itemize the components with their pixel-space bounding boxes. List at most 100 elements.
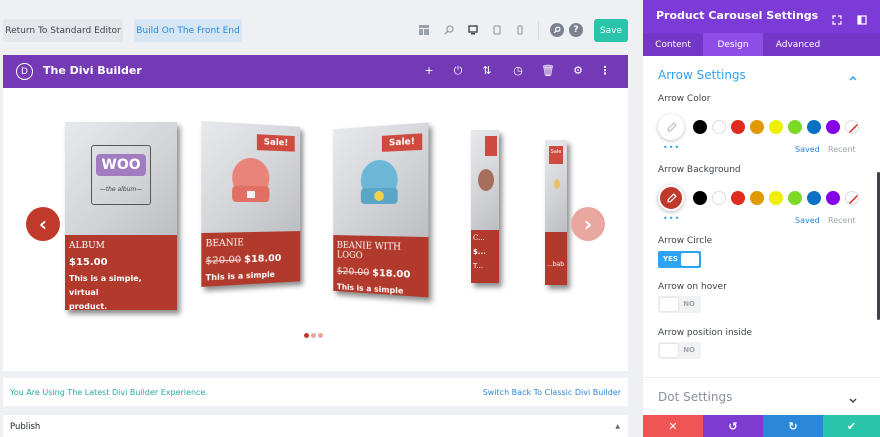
tab-advanced[interactable]: Advanced (763, 33, 833, 56)
swatch-yellow[interactable] (769, 120, 783, 134)
desktop-view-icon[interactable] (466, 23, 480, 37)
arrow-settings-title[interactable]: Arrow Settings (658, 68, 746, 82)
carousel-dot[interactable] (318, 333, 323, 338)
product-title: BEANIE (205, 238, 244, 250)
help-icon[interactable]: ? (569, 23, 583, 37)
sale-badge: Sale (549, 146, 563, 164)
swatch-red[interactable] (731, 191, 745, 205)
swatch-clear-icon[interactable] (845, 120, 859, 134)
tab-content[interactable]: Content (643, 33, 703, 56)
wireframe-view-icon[interactable] (417, 23, 431, 37)
power-icon[interactable]: ⏻ (451, 64, 465, 78)
arrow-position-inside-toggle[interactable]: NO (658, 342, 701, 359)
expand-icon[interactable] (832, 10, 842, 25)
recent-colors-tab[interactable]: Recent (828, 145, 856, 154)
panel-title: Product Carousel Settings (656, 9, 819, 22)
swatch-black[interactable] (693, 120, 707, 134)
swatch-black[interactable] (693, 191, 707, 205)
swatch-yellow[interactable] (769, 191, 783, 205)
product-card[interactable]: Sale ...bab (545, 140, 567, 285)
builder-title: The Divi Builder (43, 64, 142, 77)
beanie-image (232, 157, 270, 203)
more-colors-icon[interactable]: ••• (663, 143, 680, 152)
sidebar-dock-icon[interactable] (857, 10, 867, 25)
phone-view-icon[interactable] (513, 23, 527, 37)
builder-info-bar: You Are Using The Latest Divi Builder Ex… (3, 378, 628, 406)
more-colors-icon[interactable]: ••• (663, 214, 680, 223)
carousel-next-arrow[interactable]: › (571, 207, 605, 241)
swatch-orange[interactable] (750, 191, 764, 205)
chevron-down-icon[interactable] (848, 391, 858, 404)
zoom-icon[interactable] (442, 23, 456, 37)
swatch-white[interactable] (712, 120, 726, 134)
swatch-blue[interactable] (807, 191, 821, 205)
product-price: $20.00 $18.00 (205, 252, 282, 268)
settings-icon[interactable]: ⚙ (571, 64, 585, 77)
publish-toggle-icon[interactable]: ▲ (615, 423, 620, 430)
carousel-dot-active[interactable] (304, 333, 309, 338)
divi-logo: D (16, 63, 33, 80)
product-card[interactable]: C... $... T... (471, 130, 499, 283)
swatch-white[interactable] (712, 191, 726, 205)
toggle-no-label: NO (683, 300, 695, 308)
swatch-green[interactable] (788, 120, 802, 134)
cap-image (478, 169, 494, 191)
arrow-background-picker[interactable] (658, 185, 684, 211)
more-icon[interactable]: ⋮ (598, 64, 612, 77)
arrow-on-hover-toggle[interactable]: NO (658, 296, 701, 313)
product-card[interactable]: Sale! BEANIE WITH LOGO $20.00 $18.00 This… (333, 122, 429, 298)
swatch-purple[interactable] (826, 120, 840, 134)
build-front-end-button[interactable]: Build On The Front End (134, 19, 242, 42)
carousel-prev-arrow[interactable]: ‹ (26, 207, 60, 241)
publish-box[interactable]: Publish ▲ (3, 415, 628, 437)
product-card[interactable]: Sale! BEANIE $20.00 $18.00 This is a simp… (201, 121, 301, 287)
sort-icon[interactable]: ⇅ (480, 64, 494, 77)
search-icon[interactable] (550, 23, 564, 37)
product-description: This is a simple product. (336, 282, 404, 297)
tablet-view-icon[interactable] (490, 23, 504, 37)
toggle-knob (660, 344, 678, 357)
arrow-circle-label: Arrow Circle (658, 236, 713, 246)
history-icon[interactable]: ◷ (511, 64, 525, 77)
builder-experience-text: You Are Using The Latest Divi Builder Ex… (10, 388, 208, 397)
woo-logo-sub: —the album— (99, 186, 143, 193)
sale-badge: Sale! (257, 134, 295, 152)
saved-colors-tab[interactable]: Saved (795, 216, 820, 225)
swatch-orange[interactable] (750, 120, 764, 134)
product-title: C... (473, 234, 485, 242)
saved-colors-tab[interactable]: Saved (795, 145, 820, 154)
save-changes-button[interactable]: ✔ (823, 415, 880, 437)
undo-button[interactable]: ↺ (703, 415, 763, 437)
toolbar-divider (538, 21, 539, 40)
save-button[interactable]: Save (594, 19, 628, 42)
swatch-purple[interactable] (826, 191, 840, 205)
product-card[interactable]: WOO —the album— ALBUM $15.00 This is a s… (65, 122, 177, 310)
chevron-up-icon[interactable] (848, 68, 858, 81)
cancel-button[interactable]: ✕ (643, 415, 703, 437)
publish-label: Publish (10, 422, 41, 432)
product-price: $... (473, 248, 486, 256)
carousel-dot[interactable] (311, 333, 316, 338)
swatch-green[interactable] (788, 191, 802, 205)
redo-button[interactable]: ↻ (763, 415, 823, 437)
arrow-circle-toggle[interactable]: YES (658, 251, 701, 268)
trash-icon[interactable]: 🗑 (541, 64, 555, 77)
panel-header: Product Carousel Settings (643, 0, 880, 33)
arrow-color-swatches (693, 120, 863, 134)
arrow-background-swatches (693, 191, 863, 205)
dot-settings-title[interactable]: Dot Settings (658, 390, 732, 404)
swatch-red[interactable] (731, 120, 745, 134)
return-standard-editor-button[interactable]: Return To Standard Editor (3, 19, 123, 42)
arrow-color-picker[interactable] (658, 114, 684, 140)
switch-classic-builder-link[interactable]: Switch Back To Classic Divi Builder (483, 388, 621, 397)
arrow-background-label: Arrow Background (658, 165, 741, 175)
panel-footer: ✕ ↺ ↻ ✔ (643, 415, 880, 437)
add-icon[interactable]: + (422, 64, 436, 77)
swatch-blue[interactable] (807, 120, 821, 134)
recent-colors-tab[interactable]: Recent (828, 216, 856, 225)
screen: Return To Standard Editor Build On The F… (0, 0, 880, 437)
tab-design[interactable]: Design (703, 33, 763, 56)
settings-panel: Product Carousel Settings Content Design… (643, 0, 880, 437)
arrow-on-hover-label: Arrow on hover (658, 282, 727, 292)
swatch-clear-icon[interactable] (845, 191, 859, 205)
